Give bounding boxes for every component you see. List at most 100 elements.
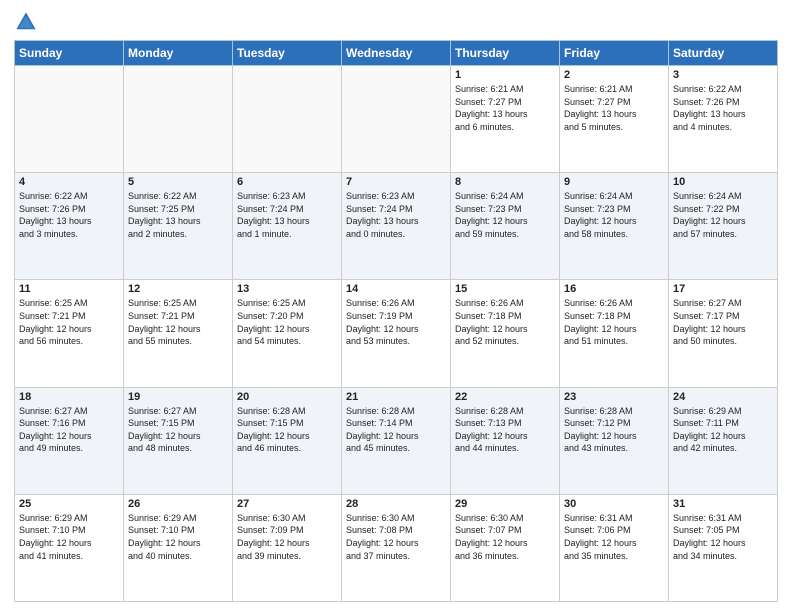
day-info: Sunrise: 6:22 AM Sunset: 7:26 PM Dayligh… xyxy=(19,190,119,240)
day-number: 8 xyxy=(455,176,555,188)
calendar-cell: 27Sunrise: 6:30 AM Sunset: 7:09 PM Dayli… xyxy=(233,494,342,601)
day-number: 2 xyxy=(564,69,664,81)
day-info: Sunrise: 6:28 AM Sunset: 7:15 PM Dayligh… xyxy=(237,405,337,455)
day-info: Sunrise: 6:26 AM Sunset: 7:19 PM Dayligh… xyxy=(346,297,446,347)
calendar-cell: 5 Sunrise: 6:22 AM Sunset: 7:25 PM Daylig… xyxy=(124,173,233,280)
day-info: Sunrise: 6:28 AM Sunset: 7:13 PM Dayligh… xyxy=(455,405,555,455)
day-number: 31 xyxy=(673,498,773,510)
day-info: Sunrise: 6:21 AM Sunset: 7:27 PM Dayligh… xyxy=(455,83,555,133)
day-info: Sunrise: 6:27 AM Sunset: 7:16 PM Dayligh… xyxy=(19,405,119,455)
calendar-cell: 19 Sunrise: 6:27 AM Sunset: 7:15 PM Dayli… xyxy=(124,387,233,494)
header xyxy=(14,10,778,34)
day-number: 21 xyxy=(346,391,446,403)
day-number: 26 xyxy=(128,498,228,510)
day-number: 14 xyxy=(346,283,446,295)
day-number: 10 xyxy=(673,176,773,188)
calendar-cell: 31 Sunrise: 6:31 AM Sunset: 7:05 PM Dayli… xyxy=(669,494,778,601)
day-number: 29 xyxy=(455,498,555,510)
calendar-cell: 11 Sunrise: 6:25 AM Sunset: 7:21 PM Dayli… xyxy=(15,280,124,387)
day-of-week-saturday: Saturday xyxy=(669,41,778,66)
day-number: 19 xyxy=(128,391,228,403)
calendar-cell xyxy=(15,66,124,173)
day-info: Sunrise: 6:29 AM Sunset: 7:10 PM Dayligh… xyxy=(19,512,119,562)
logo-icon xyxy=(14,10,38,34)
day-number: 5 xyxy=(128,176,228,188)
day-number: 9 xyxy=(564,176,664,188)
day-number: 30 xyxy=(564,498,664,510)
day-info: Sunrise: 6:24 AM Sunset: 7:23 PM Dayligh… xyxy=(564,190,664,240)
day-info: Sunrise: 6:23 AM Sunset: 7:24 PM Dayligh… xyxy=(346,190,446,240)
day-info: Sunrise: 6:29 AM Sunset: 7:10 PM Dayligh… xyxy=(128,512,228,562)
day-number: 15 xyxy=(455,283,555,295)
calendar-cell: 17 Sunrise: 6:27 AM Sunset: 7:17 PM Dayli… xyxy=(669,280,778,387)
day-info: Sunrise: 6:28 AM Sunset: 7:12 PM Dayligh… xyxy=(564,405,664,455)
day-number: 20 xyxy=(237,391,337,403)
calendar-cell: 3 Sunrise: 6:22 AM Sunset: 7:26 PM Daylig… xyxy=(669,66,778,173)
page: SundayMondayTuesdayWednesdayThursdayFrid… xyxy=(0,0,792,612)
calendar-cell: 24 Sunrise: 6:29 AM Sunset: 7:11 PM Dayli… xyxy=(669,387,778,494)
calendar-cell: 26 Sunrise: 6:29 AM Sunset: 7:10 PM Dayli… xyxy=(124,494,233,601)
calendar-cell: 28 Sunrise: 6:30 AM Sunset: 7:08 PM Dayli… xyxy=(342,494,451,601)
day-info: Sunrise: 6:25 AM Sunset: 7:21 PM Dayligh… xyxy=(19,297,119,347)
day-info: Sunrise: 6:28 AM Sunset: 7:14 PM Dayligh… xyxy=(346,405,446,455)
day-number: 1 xyxy=(455,69,555,81)
day-number: 28 xyxy=(346,498,446,510)
calendar-cell: 29Sunrise: 6:30 AM Sunset: 7:07 PM Dayli… xyxy=(451,494,560,601)
day-number: 12 xyxy=(128,283,228,295)
calendar-cell: 16Sunrise: 6:26 AM Sunset: 7:18 PM Dayli… xyxy=(560,280,669,387)
calendar-cell: 21 Sunrise: 6:28 AM Sunset: 7:14 PM Dayli… xyxy=(342,387,451,494)
day-number: 18 xyxy=(19,391,119,403)
calendar-cell: 8Sunrise: 6:24 AM Sunset: 7:23 PM Daylig… xyxy=(451,173,560,280)
day-info: Sunrise: 6:27 AM Sunset: 7:17 PM Dayligh… xyxy=(673,297,773,347)
calendar-cell xyxy=(233,66,342,173)
day-info: Sunrise: 6:30 AM Sunset: 7:08 PM Dayligh… xyxy=(346,512,446,562)
day-number: 24 xyxy=(673,391,773,403)
day-info: Sunrise: 6:25 AM Sunset: 7:21 PM Dayligh… xyxy=(128,297,228,347)
day-of-week-tuesday: Tuesday xyxy=(233,41,342,66)
calendar-cell: 22 Sunrise: 6:28 AM Sunset: 7:13 PM Dayli… xyxy=(451,387,560,494)
calendar-cell: 2Sunrise: 6:21 AM Sunset: 7:27 PM Daylig… xyxy=(560,66,669,173)
day-of-week-wednesday: Wednesday xyxy=(342,41,451,66)
day-info: Sunrise: 6:22 AM Sunset: 7:26 PM Dayligh… xyxy=(673,83,773,133)
day-number: 25 xyxy=(19,498,119,510)
calendar-cell: 4Sunrise: 6:22 AM Sunset: 7:26 PM Daylig… xyxy=(15,173,124,280)
day-number: 13 xyxy=(237,283,337,295)
day-of-week-thursday: Thursday xyxy=(451,41,560,66)
day-info: Sunrise: 6:25 AM Sunset: 7:20 PM Dayligh… xyxy=(237,297,337,347)
calendar: SundayMondayTuesdayWednesdayThursdayFrid… xyxy=(14,40,778,602)
calendar-cell: 14 Sunrise: 6:26 AM Sunset: 7:19 PM Dayli… xyxy=(342,280,451,387)
calendar-cell: 1 Sunrise: 6:21 AM Sunset: 7:27 PM Daylig… xyxy=(451,66,560,173)
day-info: Sunrise: 6:22 AM Sunset: 7:25 PM Dayligh… xyxy=(128,190,228,240)
calendar-cell: 18 Sunrise: 6:27 AM Sunset: 7:16 PM Dayli… xyxy=(15,387,124,494)
day-number: 7 xyxy=(346,176,446,188)
calendar-cell: 10 Sunrise: 6:24 AM Sunset: 7:22 PM Dayli… xyxy=(669,173,778,280)
calendar-cell xyxy=(124,66,233,173)
day-info: Sunrise: 6:27 AM Sunset: 7:15 PM Dayligh… xyxy=(128,405,228,455)
calendar-cell: 20 Sunrise: 6:28 AM Sunset: 7:15 PM Dayli… xyxy=(233,387,342,494)
day-of-week-friday: Friday xyxy=(560,41,669,66)
calendar-cell xyxy=(342,66,451,173)
day-number: 17 xyxy=(673,283,773,295)
day-info: Sunrise: 6:31 AM Sunset: 7:05 PM Dayligh… xyxy=(673,512,773,562)
day-number: 16 xyxy=(564,283,664,295)
day-number: 22 xyxy=(455,391,555,403)
calendar-cell: 6Sunrise: 6:23 AM Sunset: 7:24 PM Daylig… xyxy=(233,173,342,280)
logo xyxy=(14,10,42,34)
day-number: 11 xyxy=(19,283,119,295)
calendar-cell: 12 Sunrise: 6:25 AM Sunset: 7:21 PM Dayli… xyxy=(124,280,233,387)
day-number: 23 xyxy=(564,391,664,403)
calendar-cell: 30 Sunrise: 6:31 AM Sunset: 7:06 PM Dayli… xyxy=(560,494,669,601)
day-number: 3 xyxy=(673,69,773,81)
calendar-cell: 23 Sunrise: 6:28 AM Sunset: 7:12 PM Dayli… xyxy=(560,387,669,494)
day-info: Sunrise: 6:30 AM Sunset: 7:09 PM Dayligh… xyxy=(237,512,337,562)
day-info: Sunrise: 6:31 AM Sunset: 7:06 PM Dayligh… xyxy=(564,512,664,562)
calendar-cell: 25 Sunrise: 6:29 AM Sunset: 7:10 PM Dayli… xyxy=(15,494,124,601)
day-of-week-sunday: Sunday xyxy=(15,41,124,66)
day-info: Sunrise: 6:23 AM Sunset: 7:24 PM Dayligh… xyxy=(237,190,337,240)
calendar-cell: 9 Sunrise: 6:24 AM Sunset: 7:23 PM Daylig… xyxy=(560,173,669,280)
calendar-cell: 15Sunrise: 6:26 AM Sunset: 7:18 PM Dayli… xyxy=(451,280,560,387)
day-info: Sunrise: 6:29 AM Sunset: 7:11 PM Dayligh… xyxy=(673,405,773,455)
day-of-week-monday: Monday xyxy=(124,41,233,66)
calendar-cell: 7 Sunrise: 6:23 AM Sunset: 7:24 PM Daylig… xyxy=(342,173,451,280)
day-info: Sunrise: 6:24 AM Sunset: 7:22 PM Dayligh… xyxy=(673,190,773,240)
